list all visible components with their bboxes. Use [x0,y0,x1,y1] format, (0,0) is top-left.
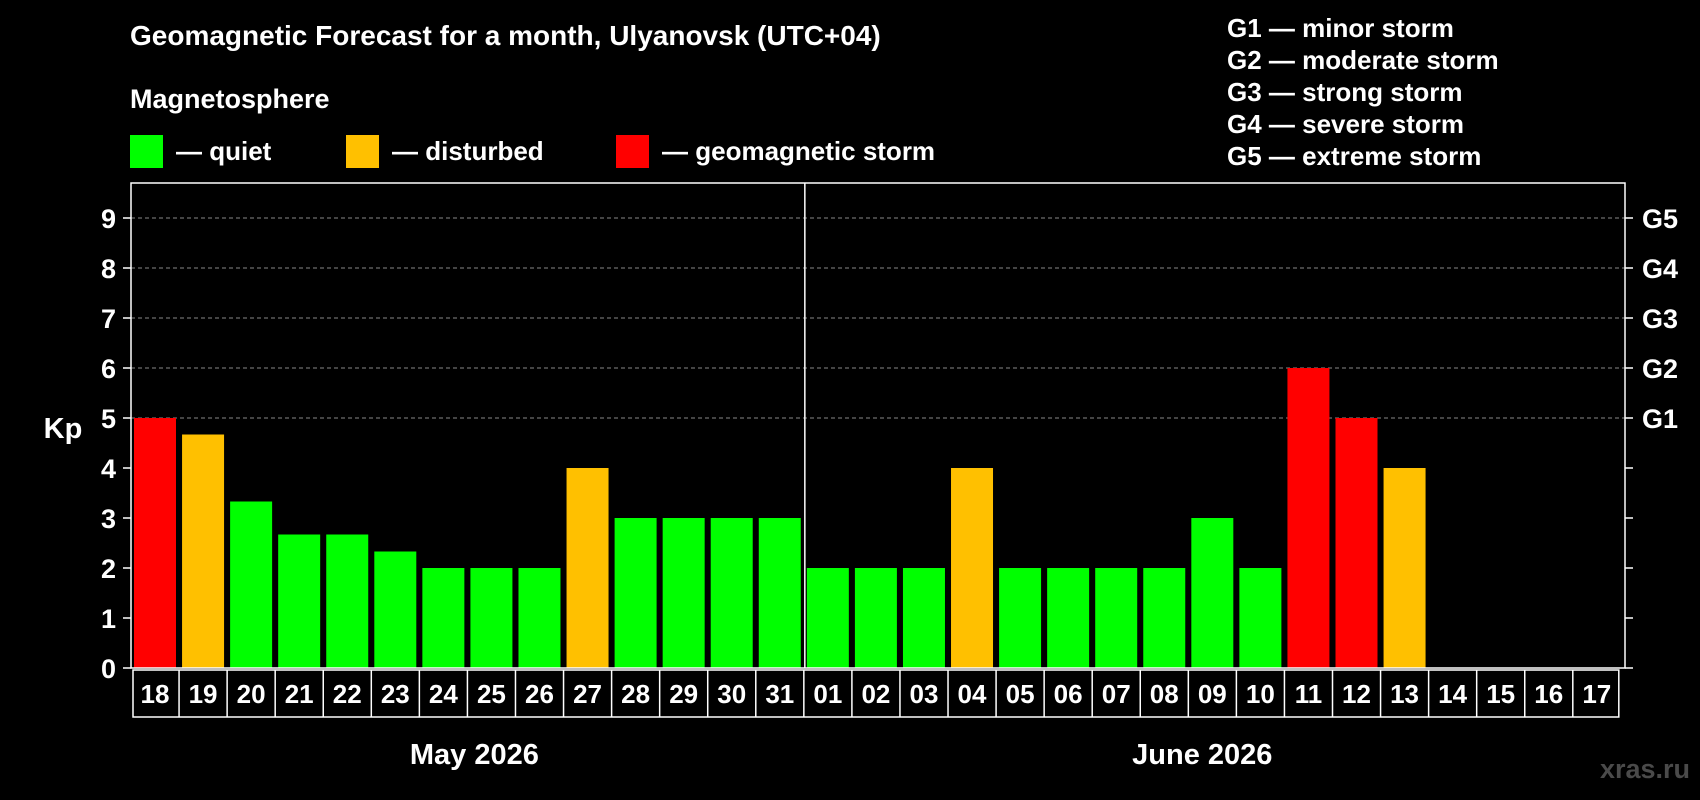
x-tick-label: 26 [525,679,554,709]
x-tick-label: 21 [285,679,314,709]
kp-bar [902,568,945,668]
y-tick-label: 2 [101,554,116,584]
x-tick-label: 17 [1582,679,1611,709]
storm-level-tick-label: G2 [1642,354,1678,384]
kp-bar [422,568,465,668]
x-tick-label: 02 [861,679,890,709]
x-tick-label: 13 [1390,679,1419,709]
x-tick-label: 14 [1438,679,1467,709]
y-axis-label: Kp [44,413,83,445]
kp-bar [662,518,705,668]
kp-bar [854,568,897,668]
kp-bar [326,534,369,668]
x-tick-label: 11 [1295,679,1323,709]
y-tick-label: 9 [101,204,116,234]
x-tick-label: 03 [909,679,938,709]
kp-bar [1047,568,1090,668]
x-tick-label: 27 [573,679,602,709]
x-tick-label: 29 [669,679,698,709]
x-tick-label: 23 [381,679,410,709]
x-tick-label: 08 [1150,679,1179,709]
x-tick-label: 22 [333,679,362,709]
kp-bar [806,568,849,668]
storm-level-tick-label: G1 [1642,404,1678,434]
kp-bar [134,418,176,668]
x-tick-label: 01 [813,679,842,709]
x-tick-label: 20 [237,679,266,709]
storm-level-tick-label: G3 [1642,304,1678,334]
kp-bar [1095,568,1138,668]
x-tick-label: 30 [717,679,746,709]
x-tick-label: 25 [477,679,506,709]
y-tick-label: 7 [101,304,116,334]
kp-bar [278,534,321,668]
watermark: xras.ru [1599,754,1690,784]
kp-bar [470,568,513,668]
x-tick-label: 18 [141,679,170,709]
kp-bar [230,501,273,668]
y-tick-label: 8 [101,254,116,284]
kp-bar [1239,568,1282,668]
month-label: May 2026 [410,739,539,771]
x-tick-label: 19 [189,679,218,709]
storm-level-tick-label: G4 [1642,254,1678,284]
kp-bar [999,568,1042,668]
y-tick-label: 3 [101,504,116,534]
x-tick-label: 04 [958,679,987,709]
kp-bar [518,568,561,668]
kp-bar [566,468,609,668]
kp-bar [1191,518,1234,668]
kp-bar [1287,368,1330,668]
x-tick-label: 28 [621,679,650,709]
y-tick-label: 0 [101,654,116,684]
kp-bar [951,468,994,668]
x-tick-label: 15 [1486,679,1515,709]
kp-bar [182,434,225,668]
kp-bar [374,551,417,668]
y-tick-label: 4 [101,454,116,484]
y-tick-label: 5 [101,404,116,434]
kp-bar [614,518,657,668]
x-tick-label: 09 [1198,679,1227,709]
kp-bar [710,518,753,668]
kp-bar-chart: 0123456789G1G2G3G4G5Kp18 19 20 21 22 23 24 25 26… [44,182,1678,771]
x-tick-label: 07 [1102,679,1131,709]
kp-bar [1335,418,1378,668]
y-tick-label: 1 [101,604,116,634]
x-tick-label: 06 [1054,679,1083,709]
kp-bar [1143,568,1186,668]
x-tick-label: 05 [1006,679,1035,709]
y-tick-label: 6 [101,354,116,384]
kp-bar [758,518,801,668]
x-tick-label: 31 [765,679,794,709]
x-tick-label: 16 [1534,679,1563,709]
x-tick-label: 24 [429,679,458,709]
storm-level-tick-label: G5 [1642,204,1678,234]
x-tick-label: 12 [1342,679,1371,709]
kp-bar [1383,468,1426,668]
x-tick-label: 10 [1246,679,1275,709]
month-label: June 2026 [1132,739,1272,771]
